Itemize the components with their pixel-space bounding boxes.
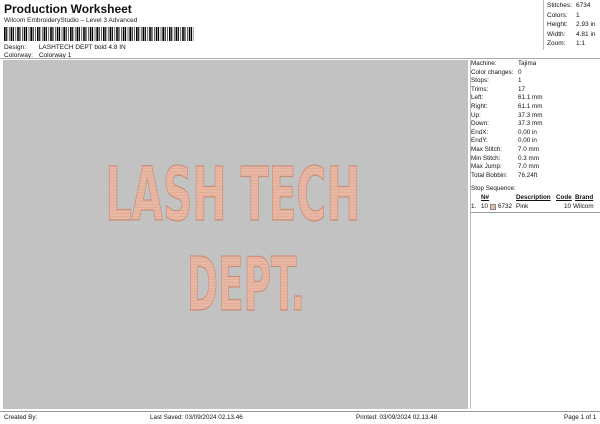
spec-label: Machine:	[471, 60, 497, 67]
design-text-line2: DEPT.	[187, 242, 305, 328]
spec-label: Total Bobbin:	[471, 171, 508, 179]
stop-sequence-title: Stop Sequence:	[471, 185, 516, 192]
created-by: Created By:	[4, 414, 38, 421]
design-preview: LASH TECH DEPT.	[3, 60, 468, 409]
spec-row: Down: 37.3 mm	[471, 120, 600, 129]
last-saved: Last Saved: 03/09/2024 02.13.46	[150, 414, 243, 421]
spec-label: Stops:	[471, 77, 489, 85]
col-brand: Brand	[575, 194, 594, 201]
summary-divider	[543, 0, 544, 50]
design-row: Design: LASHTECH DEPT bold 4.8 IN	[4, 44, 126, 51]
spec-value: Tajima	[518, 60, 537, 67]
design-text-line1: LASH TECH	[106, 152, 361, 238]
summary-panel: Stitches: 6734 Colors: 1 Height: 2.93 in Wi…	[545, 2, 600, 50]
col-description: Description	[516, 194, 551, 201]
machine-specs-panel: Machine: Tajima Color changes: 0 Stops: 1 Trim…	[470, 60, 600, 409]
spec-label: Max Jump:	[471, 163, 502, 171]
spec-value: 0.00 in	[518, 128, 537, 136]
spec-label: Max Stitch:	[471, 146, 503, 153]
spec-row: Color changes: 0	[471, 69, 600, 78]
spec-label: Up:	[471, 111, 481, 119]
spec-row: Trims: 17	[471, 86, 600, 95]
spec-value: 1	[518, 77, 522, 85]
spec-label: Left:	[471, 94, 484, 102]
printed-date: Printed: 03/09/2024 02.13.48	[356, 414, 438, 421]
embroidery-render: LASH TECH DEPT.	[105, 151, 361, 328]
spec-row: Max Jump: 7.0 mm	[471, 163, 600, 172]
spec-value: 0	[518, 68, 522, 76]
spec-row: Right: 61.1 mm	[471, 103, 600, 112]
header-divider	[0, 58, 600, 59]
spec-row: Left: 61.1 mm	[471, 94, 600, 103]
spec-value: 76.24ft	[518, 171, 538, 179]
spec-label: Color changes:	[471, 68, 514, 76]
production-worksheet: Production Worksheet Wilcom EmbroiderySt…	[0, 0, 600, 424]
spec-value: 7.0 mm	[518, 163, 539, 171]
barcode	[4, 27, 194, 41]
col-n: N#	[481, 194, 490, 201]
design-label: Design:	[4, 44, 27, 51]
spec-label: EndX:	[471, 128, 489, 136]
spec-label: EndY:	[471, 137, 488, 145]
spec-value: 0.00 in	[518, 137, 537, 145]
spec-row: Total Bobbin: 76.24ft	[471, 172, 600, 181]
design-value: LASHTECH DEPT bold 4.8 IN	[38, 44, 126, 51]
spec-value: 37.3 mm	[518, 120, 543, 128]
spec-row: Max Stitch: 7.0 mm	[471, 146, 600, 155]
page-number: Page 1 of 1	[564, 414, 597, 421]
stop-sequence-divider	[471, 212, 600, 213]
summary-row: Colors: 1	[547, 11, 580, 19]
spec-value: 7.0 mm	[518, 146, 539, 153]
stop-sequence-header: N# Description Code Brand	[471, 194, 600, 202]
spec-value: 61.1 mm	[518, 103, 543, 110]
spec-label: Trims:	[471, 85, 489, 93]
worksheet-title: Production Worksheet	[4, 2, 132, 16]
spec-label: Right:	[471, 103, 488, 110]
stop-sequence-row: 1. 10 6732 Pink 10 Wilcom	[471, 203, 594, 210]
spec-label: Min Stitch:	[471, 154, 501, 162]
spec-value: 61.1 mm	[518, 94, 543, 102]
spec-value: 17	[518, 85, 526, 93]
summary-row: Width: 4.81 in	[547, 30, 596, 38]
thread-swatch	[490, 203, 496, 210]
spec-row: Up: 37.3 mm	[471, 112, 600, 121]
software-version: Wilcom EmbroideryStudio – Level 3 Advanc…	[4, 17, 138, 24]
spec-row: Min Stitch: 0.3 mm	[471, 155, 600, 164]
spec-label: Down:	[471, 120, 489, 128]
col-code: Code	[556, 194, 572, 201]
spec-value: 0.3 mm	[518, 154, 539, 162]
footer: Created By: Last Saved: 03/09/2024 02.13…	[0, 411, 600, 424]
spec-row: Machine: Tajima	[471, 60, 600, 69]
spec-value: 37.3 mm	[518, 111, 543, 119]
summary-row: Stitches: 6734	[547, 2, 591, 9]
summary-row: Zoom: 1:1	[547, 40, 586, 47]
spec-row: EndX: 0.00 in	[471, 129, 600, 138]
spec-row: Stops: 1	[471, 77, 600, 86]
spec-row: EndY: 0.00 in	[471, 137, 600, 146]
summary-row: Height: 2.93 in	[547, 21, 596, 28]
